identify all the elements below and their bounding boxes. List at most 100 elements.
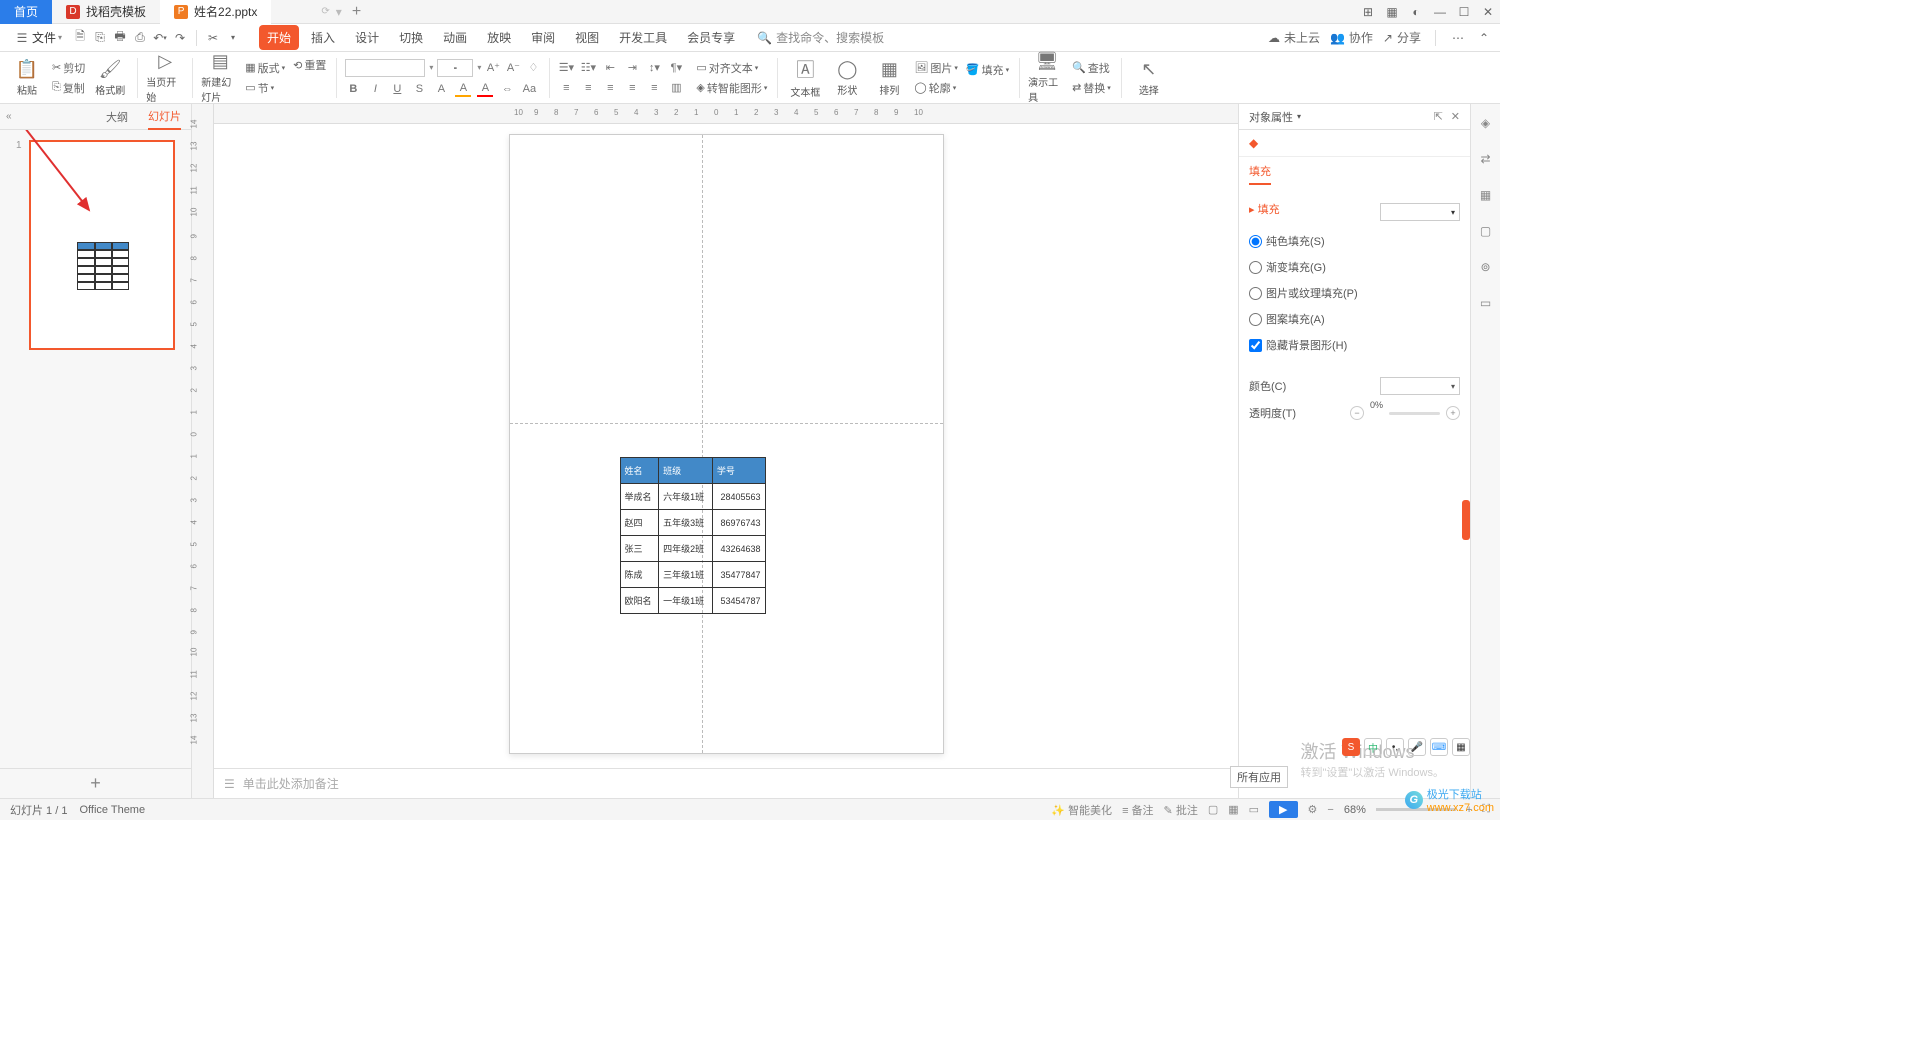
font-color-icon[interactable]: A (477, 81, 493, 97)
ime-toolbar[interactable]: S 中 •, 🎤 ⌨ ▦ (1342, 738, 1470, 756)
side-book-icon[interactable]: ▭ (1477, 294, 1495, 312)
char-spacing-icon[interactable]: ⇔ (499, 81, 515, 97)
data-table[interactable]: 姓名 班级 学号 举成名六年级1班28405563赵四五年级3班86976743… (620, 457, 766, 614)
bold-icon[interactable]: B (345, 81, 361, 97)
print-icon[interactable]: 🖶 (112, 30, 128, 46)
cloud-button[interactable]: ☁未上云 (1268, 29, 1320, 46)
copy-button[interactable]: ⎘复制 (50, 79, 87, 97)
side-box-icon[interactable]: ▢ (1477, 222, 1495, 240)
reset-button[interactable]: ⟲重置 (291, 56, 328, 74)
gradient-fill-radio[interactable]: 渐变填充(G) (1249, 259, 1326, 275)
table-cell[interactable]: 三年级1班 (659, 562, 713, 588)
format-painter-button[interactable]: 🖌格式刷 (91, 56, 129, 100)
tab-templates[interactable]: D 找稻壳模板 (52, 0, 160, 24)
text-dir-icon[interactable]: ¶▾ (668, 60, 684, 76)
fill-tab[interactable]: 填充 (1249, 163, 1271, 185)
comments-toggle[interactable]: ✎ 批注 (1164, 802, 1198, 818)
close-panel-icon[interactable]: ✕ (1451, 110, 1460, 123)
sync-icon[interactable]: ⟳ (321, 6, 329, 17)
align-text-button[interactable]: ▭对齐文本▾ (694, 59, 769, 77)
indent-dec-icon[interactable]: ⇤ (602, 60, 618, 76)
tab-document[interactable]: P 姓名22.pptx (160, 0, 271, 24)
collapse-ribbon-icon[interactable]: ⌃ (1476, 30, 1492, 46)
cut-quick-icon[interactable]: ✂ (205, 30, 221, 46)
fill-preset-dropdown[interactable]: ▾ (1380, 203, 1460, 221)
cut-button[interactable]: ✂剪切 (50, 59, 87, 77)
align-right-icon[interactable]: ≡ (602, 80, 618, 96)
table-cell[interactable]: 53454787 (712, 588, 765, 614)
table-header[interactable]: 姓名 (620, 458, 659, 484)
select-button[interactable]: ↖选择 (1130, 56, 1168, 100)
picture-fill-radio[interactable]: 图片或纹理填充(P) (1249, 285, 1358, 301)
shape-props-icon[interactable]: ◆ (1249, 136, 1258, 150)
add-tab[interactable]: + (342, 3, 371, 21)
font-name-input[interactable] (345, 59, 425, 77)
outline2-button[interactable] (964, 81, 1011, 95)
quick-dropdown[interactable]: ▾ (225, 30, 241, 46)
slide-thumbnail[interactable] (29, 140, 175, 350)
color-picker[interactable]: ▾ (1380, 377, 1460, 395)
preview-icon[interactable]: ⎙ (132, 30, 148, 46)
tab-outline[interactable]: 大纲 (106, 105, 128, 129)
table-row[interactable]: 欧阳名一年级1班53454787 (620, 588, 765, 614)
all-apps-button[interactable]: 所有应用 (1230, 766, 1288, 788)
highlight-icon[interactable]: A (455, 81, 471, 97)
outline-button[interactable]: ◯轮廓▾ (912, 79, 959, 97)
table-cell[interactable]: 28405563 (712, 484, 765, 510)
notes-bar[interactable]: ☰ 单击此处添加备注 (214, 768, 1238, 798)
bullet-icon[interactable]: ☰▾ (558, 60, 574, 76)
clear-format-icon[interactable]: ♢ (525, 60, 541, 76)
align-center-icon[interactable]: ≡ (580, 80, 596, 96)
smart-beautify-button[interactable]: ✨ 智能美化 (1051, 802, 1112, 818)
zoom-level[interactable]: 68% (1344, 804, 1366, 816)
tab-home[interactable]: 首页 (0, 0, 52, 24)
section-button[interactable]: ▭节▾ (243, 79, 287, 97)
demo-tools-button[interactable]: 🖥演示工具 (1028, 56, 1066, 100)
font-increase-icon[interactable]: A⁺ (485, 60, 501, 76)
play-slideshow-button[interactable]: ▶ (1269, 801, 1297, 818)
font-decrease-icon[interactable]: A⁻ (505, 60, 521, 76)
align-left-icon[interactable]: ≡ (558, 80, 574, 96)
side-diamond-icon[interactable]: ◈ (1477, 114, 1495, 132)
menu-tab-member[interactable]: 会员专享 (679, 25, 743, 50)
opacity-decrease[interactable]: − (1350, 406, 1364, 420)
layout-icon[interactable]: ⊞ (1356, 0, 1380, 24)
side-adjust-icon[interactable]: ⇄ (1477, 150, 1495, 168)
view-reading-icon[interactable]: ▭ (1249, 803, 1259, 816)
table-cell[interactable]: 43264638 (712, 536, 765, 562)
side-template-icon[interactable]: ▦ (1477, 186, 1495, 204)
search-input[interactable]: 🔍 查找命令、搜索模板 (757, 29, 884, 46)
share-button[interactable]: ↗分享 (1383, 29, 1421, 46)
menu-tab-insert[interactable]: 插入 (303, 25, 343, 50)
menu-button[interactable]: ☰文件▾ (8, 27, 68, 48)
menu-tab-dev[interactable]: 开发工具 (611, 25, 675, 50)
from-start-button[interactable]: ▷当页开始 (146, 56, 184, 100)
view-sorter-icon[interactable]: ▦ (1228, 803, 1238, 816)
align-justify-icon[interactable]: ≡ (624, 80, 640, 96)
number-icon[interactable]: ☷▾ (580, 60, 596, 76)
zoom-out-icon[interactable]: − (1327, 804, 1333, 816)
table-row[interactable]: 张三四年级2班43264638 (620, 536, 765, 562)
collapse-pane-icon[interactable]: « (6, 111, 12, 122)
grid-icon[interactable]: ▦ (1380, 0, 1404, 24)
underline-icon[interactable]: U (389, 81, 405, 97)
notes-toggle[interactable]: ≡ 备注 (1122, 802, 1153, 818)
strike-icon[interactable]: S (411, 81, 427, 97)
user-icon[interactable]: ◐ (1404, 0, 1428, 24)
table-cell[interactable]: 六年级1班 (659, 484, 713, 510)
table-row[interactable]: 赵四五年级3班86976743 (620, 510, 765, 536)
hide-bg-checkbox[interactable]: 隐藏背景图形(H) (1249, 337, 1347, 353)
table-cell[interactable]: 五年级3班 (659, 510, 713, 536)
menu-tab-start[interactable]: 开始 (259, 25, 299, 50)
scroll-handle[interactable] (1462, 500, 1470, 540)
table-cell[interactable]: 四年级2班 (659, 536, 713, 562)
image-button[interactable]: 🖼图片▾ (912, 59, 959, 77)
fill-button[interactable]: 🪣填充▾ (964, 61, 1011, 79)
smart-art-button[interactable]: ◈转智能图形▾ (694, 79, 769, 97)
view-normal-icon[interactable]: ▢ (1208, 803, 1218, 816)
table-cell[interactable]: 35477847 (712, 562, 765, 588)
replace-button[interactable]: ⇄替换▾ (1070, 79, 1113, 97)
menu-tab-transition[interactable]: 切换 (391, 25, 431, 50)
menu-tab-design[interactable]: 设计 (347, 25, 387, 50)
paste-button[interactable]: 📋粘贴 (8, 56, 46, 100)
